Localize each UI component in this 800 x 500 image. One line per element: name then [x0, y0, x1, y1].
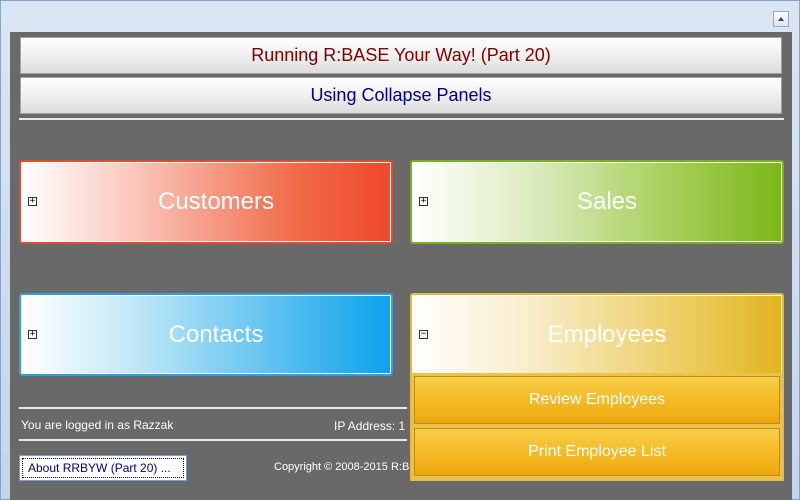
customers-collapse-panel[interactable]: + Customers [19, 160, 393, 244]
employees-collapse-panel[interactable]: − Employees [410, 293, 784, 377]
title-button[interactable]: Running R:BASE Your Way! (Part 20) [20, 37, 782, 74]
contacts-collapse-panel[interactable]: + Contacts [19, 293, 393, 376]
panel-title-employees: Employees [547, 321, 667, 348]
copyright-text: Copyright © 2008-2015 R:B [274, 461, 410, 473]
expand-icon[interactable]: + [419, 197, 428, 206]
header-divider [19, 118, 784, 120]
panel-title-contacts: Contacts [168, 320, 264, 348]
subtitle-button[interactable]: Using Collapse Panels [20, 77, 782, 114]
about-button[interactable]: About RRBYW (Part 20) ... [19, 455, 187, 481]
print-employee-list-button[interactable]: Print Employee List [414, 428, 780, 476]
expand-icon[interactable]: + [28, 330, 37, 339]
panel-title-sales: Sales [576, 188, 638, 215]
collapse-icon[interactable]: − [419, 330, 428, 339]
review-employees-button[interactable]: Review Employees [414, 376, 780, 424]
expand-icon[interactable]: + [28, 197, 37, 206]
scroll-up-icon[interactable] [773, 11, 789, 27]
employees-panel-content: Review Employees Print Employee List [410, 373, 784, 481]
status-divider-top [19, 407, 407, 409]
sales-collapse-panel[interactable]: + Sales [410, 160, 784, 244]
ip-address-status: IP Address: 1 [334, 419, 406, 433]
panel-title-customers: Customers [157, 188, 275, 215]
form-client-area: Running R:BASE Your Way! (Part 20) Using… [10, 32, 792, 500]
logged-in-status: You are logged in as Razzak [21, 418, 174, 432]
application-window: Running R:BASE Your Way! (Part 20) Using… [0, 0, 800, 500]
status-divider-bottom [19, 439, 407, 441]
